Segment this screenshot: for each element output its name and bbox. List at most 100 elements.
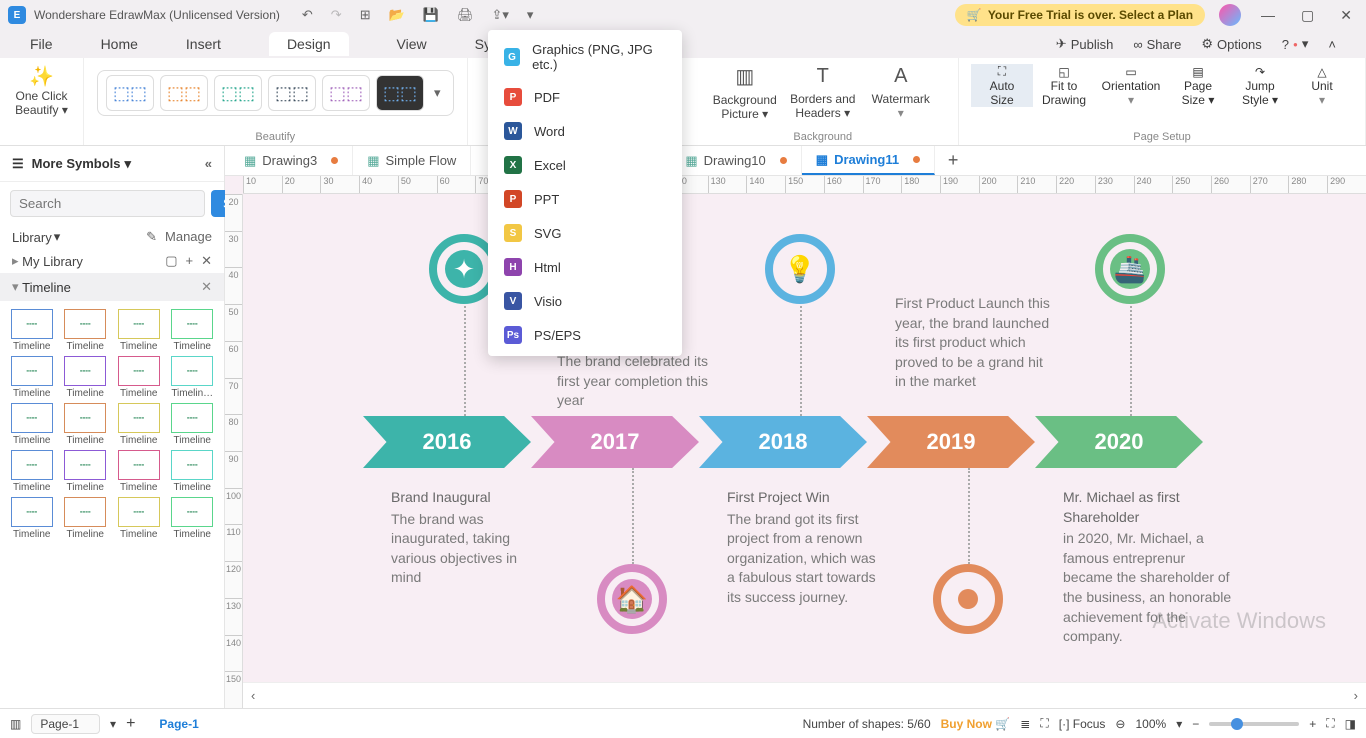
symbol-item[interactable]: ╍╍Timeline (60, 450, 112, 493)
close-lib-icon[interactable]: ✕ (201, 253, 212, 269)
mylibrary-row[interactable]: ▸ My Library▢+✕ (0, 249, 224, 273)
symbol-item[interactable]: ╍╍Timeline (167, 450, 219, 493)
symbol-item[interactable]: ╍╍Timeline (113, 309, 165, 352)
library-row[interactable]: Library▾✎Manage (0, 225, 224, 249)
new-icon[interactable]: ⊞ (360, 7, 371, 23)
jump-style-button[interactable]: ↷JumpStyle ▾ (1229, 64, 1291, 107)
edit-icon[interactable]: ✎ (146, 229, 157, 245)
zoom-out-button[interactable]: ⊖ (1115, 717, 1125, 731)
fullscreen-icon[interactable]: ⛶ (1040, 716, 1048, 731)
page-dropdown-icon[interactable]: ▾ (110, 717, 116, 731)
text-2016[interactable]: Brand InauguralThe brand was inaugurated… (391, 488, 551, 588)
close-button[interactable]: ✕ (1334, 5, 1358, 26)
theme-swatch[interactable]: ⬚⬚ (376, 75, 424, 111)
options-button[interactable]: ⚙Options (1201, 36, 1261, 52)
menu-home[interactable]: Home (101, 36, 138, 52)
symbol-item[interactable]: ╍╍Timeline (113, 450, 165, 493)
export-pseps[interactable]: PsPS/EPS (488, 318, 682, 352)
menu-insert[interactable]: Insert (186, 36, 221, 52)
timeline-icon-2019[interactable] (933, 564, 1003, 634)
symbol-item[interactable]: ╍╍Timeline (167, 403, 219, 446)
fit-page-icon[interactable]: ⛶ (1326, 716, 1334, 731)
timeline-icon-2018[interactable]: 💡 (765, 234, 835, 304)
doc-tab[interactable]: ▦Drawing10 (671, 146, 801, 175)
menu-view[interactable]: View (397, 36, 427, 52)
zoom-slider[interactable] (1209, 722, 1299, 726)
export-ppt[interactable]: PPPT (488, 182, 682, 216)
add-page-button[interactable]: + (126, 715, 135, 733)
share-button[interactable]: ∞Share (1133, 37, 1181, 52)
buy-now-link[interactable]: Buy Now 🛒 (941, 717, 1011, 731)
collapse-ribbon-icon[interactable]: ˄ (1328, 37, 1336, 52)
pages-list-icon[interactable]: ▥ (10, 717, 21, 731)
symbol-item[interactable]: ╍╍Timeline (167, 309, 219, 352)
symbol-item[interactable]: ╍╍Timeline (60, 356, 112, 399)
export-pdf[interactable]: PPDF (488, 80, 682, 114)
theme-swatch[interactable]: ⬚⬚ (322, 75, 370, 111)
save-icon[interactable]: 💾 (423, 7, 439, 23)
symbol-item[interactable]: ╍╍Timeline (6, 309, 58, 352)
page-size-button[interactable]: ▤PageSize ▾ (1167, 64, 1229, 107)
symbol-item[interactable]: ╍╍Timeline (6, 403, 58, 446)
symbol-item[interactable]: ╍╍Timeline (60, 497, 112, 540)
symbol-item[interactable]: ╍╍Timeline (167, 497, 219, 540)
menu-file[interactable]: File (30, 36, 53, 52)
auto-size-button[interactable]: ⛶AutoSize (971, 64, 1033, 107)
background-picture-button[interactable]: ▥BackgroundPicture ▾ (706, 64, 784, 121)
minimize-button[interactable]: — (1255, 5, 1281, 25)
open-lib-icon[interactable]: ▢ (165, 253, 177, 269)
symbol-item[interactable]: ╍╍Timeline (60, 309, 112, 352)
print-icon[interactable]: 🖨 (457, 7, 474, 23)
symbol-item[interactable]: ╍╍Timeline (6, 450, 58, 493)
text-2019[interactable]: First Product Launch this year, the bran… (895, 294, 1055, 392)
export-svg[interactable]: SSVG (488, 216, 682, 250)
search-input[interactable] (10, 190, 205, 217)
maximize-button[interactable]: ▢ (1295, 5, 1320, 26)
orientation-button[interactable]: ▭Orientation▾ (1095, 64, 1167, 107)
symbol-item[interactable]: ╍╍Timeline (6, 497, 58, 540)
symbol-item[interactable]: ╍╍Timelin… (167, 356, 219, 399)
trial-banner[interactable]: 🛒Your Free Trial is over. Select a Plan (955, 4, 1205, 26)
export-html[interactable]: HHtml (488, 250, 682, 284)
layers-icon[interactable]: ≣ (1020, 717, 1030, 731)
doc-tab[interactable]: ▦Simple Flow (353, 146, 471, 175)
page-tab[interactable]: Page-1 (159, 717, 198, 731)
export-icon[interactable]: ⇪▾ (492, 7, 509, 23)
publish-button[interactable]: ✈Publish (1056, 36, 1114, 52)
year-2018[interactable]: 2018 (699, 416, 867, 468)
watermark-button[interactable]: AWatermark▾ (862, 64, 940, 121)
palette-right-icon[interactable]: › (1350, 688, 1362, 703)
year-2017[interactable]: 2017 (531, 416, 699, 468)
focus-button[interactable]: [·] Focus (1059, 717, 1106, 731)
timeline-icon-2017[interactable]: 🏠 (597, 564, 667, 634)
export-visio[interactable]: VVisio (488, 284, 682, 318)
theme-swatch[interactable]: ⬚⬚ (106, 75, 154, 111)
one-click-beautify-button[interactable]: ✨ One Click Beautify ▾ (9, 64, 75, 117)
zoom-minus[interactable]: − (1192, 717, 1199, 731)
avatar[interactable] (1219, 4, 1241, 26)
export-word[interactable]: WWord (488, 114, 682, 148)
year-2016[interactable]: 2016 (363, 416, 531, 468)
unit-button[interactable]: △Unit▾ (1291, 64, 1353, 107)
doc-tab[interactable]: ▦Drawing3 (230, 146, 353, 175)
timeline-accordion[interactable]: ▾ Timeline✕ (0, 273, 224, 301)
redo-icon[interactable]: ↷ (331, 7, 342, 23)
theme-swatch[interactable]: ⬚⬚ (214, 75, 262, 111)
theme-swatch[interactable]: ⬚⬚ (160, 75, 208, 111)
menu-design[interactable]: Design (269, 32, 349, 56)
page-selector[interactable]: Page-1 (31, 714, 100, 734)
doc-tab[interactable]: ▦Drawing11 (802, 146, 935, 175)
year-2020[interactable]: 2020 (1035, 416, 1203, 468)
palette-left-icon[interactable]: ‹ (247, 688, 259, 703)
theme-gallery[interactable]: ⬚⬚ ⬚⬚ ⬚⬚ ⬚⬚ ⬚⬚ ⬚⬚ ▾ (97, 70, 454, 116)
gallery-expand-icon[interactable]: ▾ (430, 85, 445, 101)
export-graphicspngjpgetc[interactable]: GGraphics (PNG, JPG etc.) (488, 34, 682, 80)
text-2017[interactable]: The brand celebrated its first year comp… (557, 352, 717, 411)
add-tab-button[interactable]: + (941, 149, 965, 173)
symbol-item[interactable]: ╍╍Timeline (113, 497, 165, 540)
export-excel[interactable]: XExcel (488, 148, 682, 182)
theme-swatch[interactable]: ⬚⬚ (268, 75, 316, 111)
text-2018[interactable]: First Project WinThe brand got its first… (727, 488, 887, 608)
collapse-panel-button[interactable]: « (205, 156, 212, 171)
help-button[interactable]: ?● ▾ (1282, 36, 1309, 52)
